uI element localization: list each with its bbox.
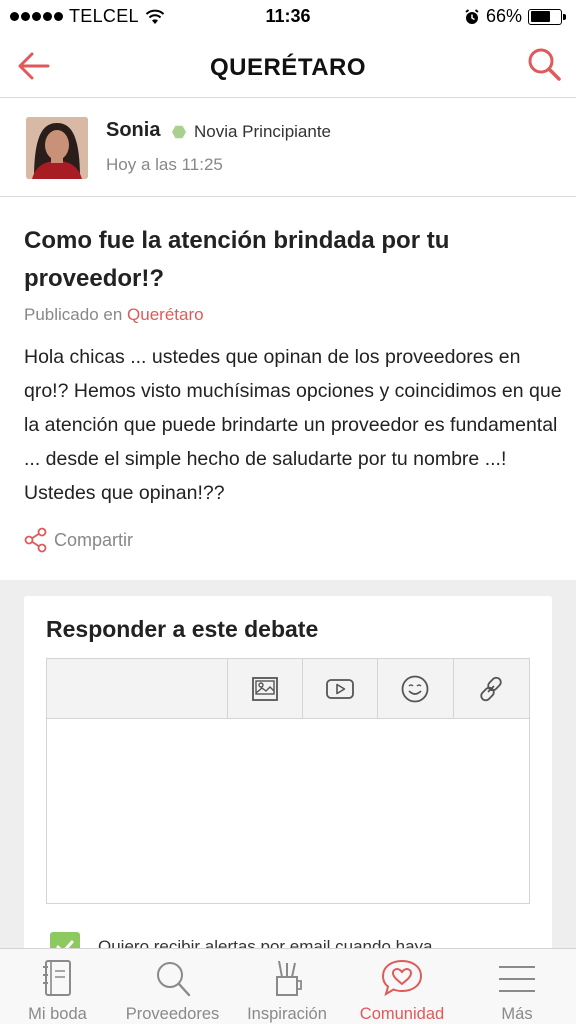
search-icon[interactable] (524, 44, 564, 84)
battery-icon (528, 8, 566, 25)
link-icon (480, 676, 502, 702)
tab-inspiracion[interactable]: Inspiración (236, 949, 338, 1024)
share-button[interactable]: Compartir (24, 527, 133, 553)
status-right: 66% (464, 6, 566, 27)
author-rank: Novia Principiante (172, 122, 331, 142)
tab-label: Mi boda (28, 1005, 87, 1023)
insert-emoji-button[interactable] (377, 659, 452, 719)
reply-title: Responder a este debate (46, 616, 319, 642)
alarm-icon (465, 8, 479, 24)
insert-link-button[interactable] (453, 659, 528, 719)
tab-mi-boda[interactable]: Mi boda (10, 949, 105, 1024)
reply-textarea[interactable] (47, 720, 529, 903)
pencil-cup-icon (276, 960, 302, 996)
post-title: Como fue la atención brindada por tu pro… (24, 227, 450, 292)
menu-icon (499, 966, 535, 992)
post-author: Sonia Novia Principiante Hoy a las 11:25 (0, 99, 576, 197)
rank-label: Novia Principiante (194, 122, 332, 141)
published-prefix: Publicado en (24, 305, 123, 324)
tab-label: Proveedores (125, 1005, 220, 1023)
tab-comunidad[interactable]: Comunidad (347, 949, 457, 1024)
share-icon (24, 527, 47, 553)
post-timestamp: Hoy a las 11:25 (106, 155, 223, 174)
insert-video-button[interactable] (302, 659, 377, 719)
reply-card: Responder a este debate Quiero recibir a… (24, 596, 552, 962)
search-icon (156, 962, 190, 997)
editor-toolbar (47, 659, 529, 719)
notebook-icon (42, 960, 71, 996)
status-bar: TELCEL 11:36 66% (0, 0, 576, 34)
tab-label: Inspiración (247, 1005, 327, 1023)
post-body: Hola chicas ... ustedes que opinan de lo… (24, 346, 562, 504)
tab-label: Comunidad (359, 1005, 445, 1023)
tab-mas[interactable]: Más (472, 949, 562, 1024)
battery-percent: 66% (485, 6, 522, 26)
emoji-icon (401, 675, 429, 703)
avatar[interactable] (26, 117, 88, 179)
tab-proveedores[interactable]: Proveedores (115, 949, 230, 1024)
published-in: Publicado en Querétaro (24, 305, 204, 325)
tab-bar: Mi boda Proveedores Inspiración Comunida… (0, 948, 576, 1024)
rank-badge-icon (172, 125, 186, 139)
heart-chat-icon (381, 959, 423, 997)
page-title: QUERÉTARO (209, 54, 367, 81)
nav-bar: QUERÉTARO (0, 34, 576, 98)
share-label: Compartir (54, 529, 134, 550)
author-name[interactable]: Sonia (106, 119, 160, 142)
tab-label: Más (501, 1005, 533, 1023)
published-location-link[interactable]: Querétaro (127, 305, 204, 324)
reply-editor (46, 658, 530, 904)
insert-image-button[interactable] (227, 659, 302, 719)
image-icon (252, 677, 278, 701)
video-icon (326, 679, 354, 699)
